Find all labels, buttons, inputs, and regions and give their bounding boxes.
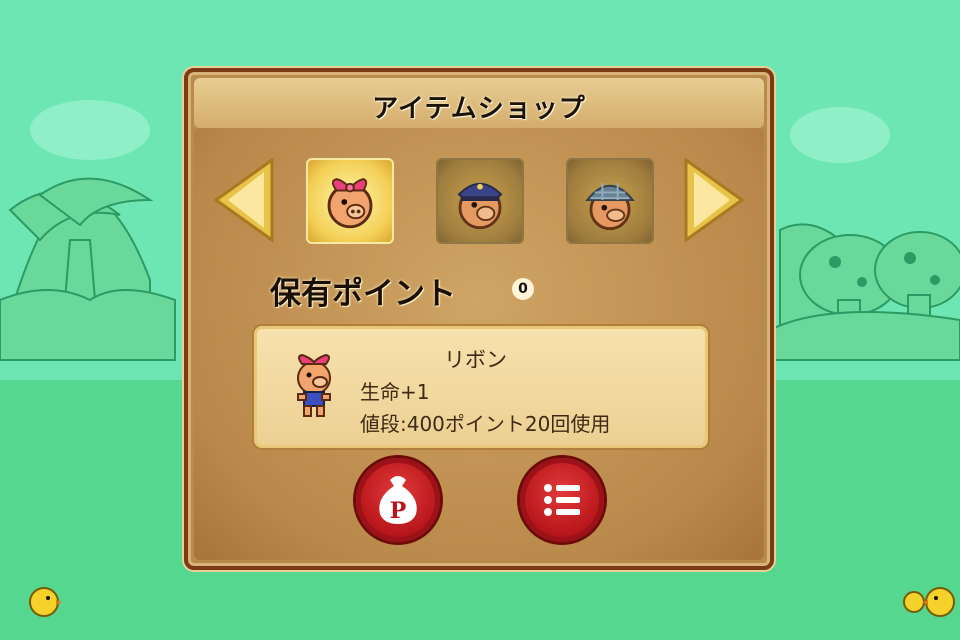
- item-slot-police-cap[interactable]: [436, 158, 524, 244]
- pig-ribbon-icon: [327, 178, 373, 229]
- pig-ribbon-full-body-icon: [297, 353, 331, 417]
- list-icon: [544, 484, 580, 516]
- points-value: 0: [512, 278, 534, 300]
- item-effect: 生命+1: [360, 380, 430, 404]
- list-button[interactable]: [520, 458, 604, 542]
- points-label: 保有ポイント: [270, 276, 456, 312]
- chick-pair-icon: [903, 587, 955, 617]
- svg-text:P: P: [390, 498, 407, 524]
- buy-button[interactable]: P: [356, 458, 440, 542]
- shop-title: アイテムショップ: [372, 94, 586, 124]
- money-bag-p-icon: P: [379, 476, 417, 524]
- arrow-left-icon: [213, 157, 274, 243]
- item-slot-helmet[interactable]: [566, 158, 654, 244]
- item-shop-panel: アイテムショップ: [184, 68, 774, 570]
- arrow-right-icon: [684, 157, 745, 243]
- arrow-right-button[interactable]: [682, 157, 746, 243]
- arrow-left-button[interactable]: [212, 157, 276, 243]
- item-price: 値段:400ポイント20回使用: [360, 412, 611, 436]
- pig-police-cap-icon: [457, 182, 503, 230]
- item-name: リボン: [444, 348, 507, 372]
- pig-helmet-icon: [585, 182, 635, 231]
- item-slot-ribbon[interactable]: [306, 158, 394, 244]
- chick-character-icon: [29, 587, 62, 617]
- title-bar: アイテムショップ: [194, 78, 764, 128]
